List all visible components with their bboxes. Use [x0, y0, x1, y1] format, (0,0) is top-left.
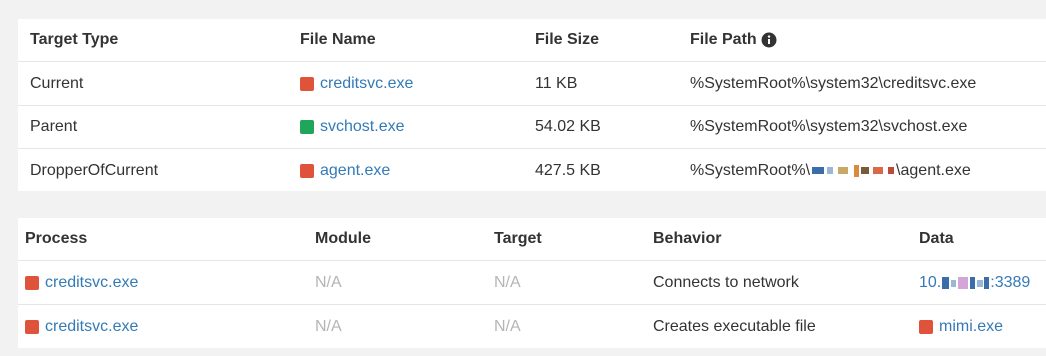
file-path: %SystemRoot%\system32\svchost.exe — [690, 118, 968, 135]
behavior-value: Creates executable file — [653, 317, 816, 335]
process-link[interactable]: creditsvc.exe — [45, 274, 138, 292]
header-file-name: File Name — [300, 31, 376, 48]
file-name-cell[interactable]: creditsvc.exe — [300, 63, 413, 105]
file-name-link[interactable]: creditsvc.exe — [320, 75, 413, 93]
status-square-icon — [300, 77, 314, 91]
process-cell[interactable]: creditsvc.exe — [25, 262, 138, 304]
data-prefix: 10. — [919, 274, 942, 291]
files-table: Target Type File Name File Size File Pat… — [18, 19, 1046, 191]
target-type: Current — [30, 75, 84, 92]
file-path: %SystemRoot%\ \agent.exe — [690, 149, 971, 192]
header-target-type: Target Type — [30, 31, 119, 48]
header-target: Target — [494, 230, 542, 247]
header-file-path-label: File Path — [690, 31, 757, 48]
data-link[interactable]: mimi.exe — [939, 318, 1003, 336]
file-name-cell[interactable]: svchost.exe — [300, 106, 404, 148]
header-file-size: File Size — [535, 31, 600, 48]
process-cell[interactable]: creditsvc.exe — [25, 305, 138, 348]
file-size: 11 KB — [535, 75, 578, 92]
module-value: N/A — [315, 317, 342, 335]
target-type: DropperOfCurrent — [30, 161, 159, 179]
status-square-icon — [300, 163, 314, 178]
table-row: creditsvc.exe N/A N/A Creates executable… — [18, 305, 1046, 348]
status-square-icon — [25, 319, 39, 334]
table-row: Parent svchost.exe 54.02 KB %SystemRoot%… — [18, 106, 1046, 149]
header-module: Module — [315, 230, 371, 247]
target-value: N/A — [494, 274, 521, 291]
file-size: 427.5 KB — [535, 161, 601, 179]
status-square-icon — [25, 276, 39, 290]
table-row: creditsvc.exe N/A N/A Connects to networ… — [18, 262, 1046, 305]
table-row: Current creditsvc.exe 11 KB %SystemRoot%… — [18, 63, 1046, 106]
process-link[interactable]: creditsvc.exe — [45, 318, 138, 336]
status-square-icon — [300, 120, 314, 134]
process-table: Process Module Target Behavior Data cred… — [18, 218, 1046, 348]
file-size: 54.02 KB — [535, 118, 601, 135]
file-path-suffix: \agent.exe — [896, 161, 971, 179]
target-value: N/A — [494, 317, 521, 335]
data-suffix: :3389 — [990, 274, 1031, 291]
header-process: Process — [25, 230, 88, 247]
redacted-path-segment — [812, 164, 895, 177]
process-table-header: Process Module Target Behavior Data — [18, 218, 1046, 261]
redacted-ip-segment — [942, 277, 990, 289]
status-square-icon — [919, 319, 933, 334]
file-path-prefix: %SystemRoot%\ — [690, 161, 811, 179]
behavior-value: Connects to network — [653, 274, 799, 291]
files-table-header: Target Type File Name File Size File Pat… — [18, 19, 1046, 62]
data-cell[interactable]: mimi.exe — [919, 305, 1003, 348]
header-file-path: File Path — [690, 19, 777, 61]
header-data: Data — [919, 230, 954, 247]
module-value: N/A — [315, 274, 342, 291]
table-row: DropperOfCurrent agent.exe 427.5 KB %Sys… — [18, 149, 1046, 192]
info-icon[interactable] — [761, 32, 777, 48]
file-name-link[interactable]: agent.exe — [320, 162, 390, 180]
header-behavior: Behavior — [653, 230, 722, 247]
file-name-cell[interactable]: agent.exe — [300, 149, 390, 192]
file-path: %SystemRoot%\system32\creditsvc.exe — [690, 75, 977, 92]
target-type: Parent — [30, 118, 78, 135]
data-link[interactable]: 10. :3389 — [919, 262, 1030, 304]
file-name-link[interactable]: svchost.exe — [320, 118, 404, 136]
